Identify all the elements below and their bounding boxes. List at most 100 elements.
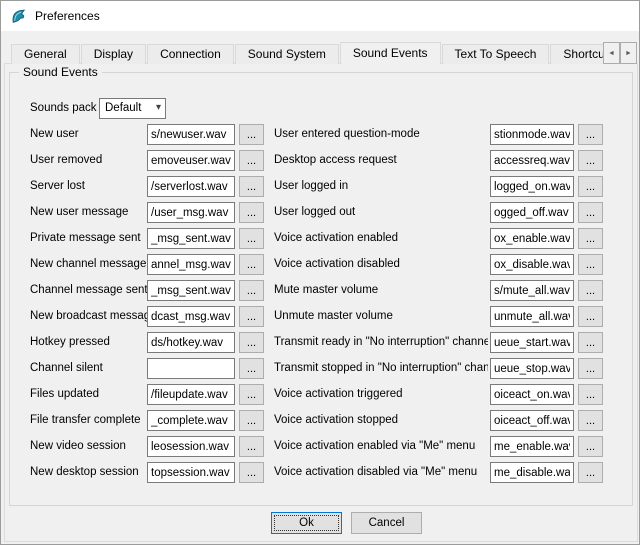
sound-event-label: User logged out — [274, 202, 488, 223]
tab-sound-events[interactable]: Sound Events — [340, 42, 441, 64]
sound-event-label: User entered question-mode — [274, 124, 488, 145]
browse-button[interactable]: ... — [239, 202, 264, 223]
sound-file-input[interactable] — [147, 436, 235, 457]
tab-display[interactable]: Display — [81, 44, 146, 64]
app-icon — [10, 8, 27, 25]
browse-button[interactable]: ... — [578, 332, 603, 353]
tab-sound-system[interactable]: Sound System — [235, 44, 339, 64]
sound-event-label: Transmit stopped in "No interruption" ch… — [274, 358, 488, 379]
sound-file-input[interactable] — [490, 384, 574, 405]
sound-event-label: Server lost — [30, 176, 85, 197]
tab-shortcuts[interactable]: Shortcuts — [550, 44, 611, 64]
sound-event-label: Transmit ready in "No interruption" chan… — [274, 332, 488, 353]
sound-file-input[interactable] — [490, 254, 574, 275]
ok-button[interactable]: Ok — [271, 512, 342, 534]
sound-file-input[interactable] — [147, 124, 235, 145]
browse-button[interactable]: ... — [578, 150, 603, 171]
sound-event-label: Voice activation enabled — [274, 228, 488, 249]
sound-event-label: File transfer complete — [30, 410, 141, 431]
sound-event-label: Hotkey pressed — [30, 332, 110, 353]
sound-file-input[interactable] — [490, 280, 574, 301]
sound-file-input[interactable] — [147, 228, 235, 249]
sound-event-label: New user message — [30, 202, 128, 223]
sound-event-label: Mute master volume — [274, 280, 488, 301]
sound-event-label: Files updated — [30, 384, 99, 405]
sound-event-label: New desktop session — [30, 462, 139, 483]
browse-button[interactable]: ... — [578, 228, 603, 249]
sound-file-input[interactable] — [147, 462, 235, 483]
sound-file-input[interactable] — [147, 176, 235, 197]
sound-event-label: New broadcast message — [30, 306, 157, 327]
sound-event-row: Desktop access request... — [10, 150, 632, 171]
browse-button[interactable]: ... — [578, 176, 603, 197]
sound-file-input[interactable] — [490, 150, 574, 171]
browse-button[interactable]: ... — [239, 410, 264, 431]
browse-button[interactable]: ... — [239, 384, 264, 405]
tab-text-to-speech[interactable]: Text To Speech — [442, 44, 550, 64]
sound-file-input[interactable] — [147, 306, 235, 327]
tab-scroll-left-button[interactable]: ◄ — [603, 42, 620, 64]
sound-file-input[interactable] — [490, 228, 574, 249]
browse-button[interactable]: ... — [578, 280, 603, 301]
sound-event-label: Unmute master volume — [274, 306, 488, 327]
sound-event-label: Channel silent — [30, 358, 103, 379]
sound-file-input[interactable] — [490, 202, 574, 223]
window-title: Preferences — [35, 9, 100, 23]
browse-button[interactable]: ... — [239, 462, 264, 483]
browse-button[interactable]: ... — [578, 358, 603, 379]
tab-general[interactable]: General — [11, 44, 80, 64]
tab-connection[interactable]: Connection — [147, 44, 234, 64]
sound-event-label: User removed — [30, 150, 102, 171]
sound-file-input[interactable] — [147, 358, 235, 379]
sound-file-input[interactable] — [490, 462, 574, 483]
sound-file-input[interactable] — [147, 410, 235, 431]
cancel-button[interactable]: Cancel — [351, 512, 422, 534]
browse-button[interactable]: ... — [578, 462, 603, 483]
sound-file-input[interactable] — [147, 254, 235, 275]
browse-button[interactable]: ... — [239, 280, 264, 301]
browse-button[interactable]: ... — [239, 306, 264, 327]
sound-event-label: New user — [30, 124, 79, 145]
sound-event-row: Transmit stopped in "No interruption" ch… — [10, 358, 632, 379]
browse-button[interactable]: ... — [578, 202, 603, 223]
sound-events-group: Sound Events Sounds pack Default ▾ New u… — [9, 72, 633, 506]
sound-event-label: Voice activation enabled via "Me" menu — [274, 436, 488, 457]
sound-event-label: User logged in — [274, 176, 488, 197]
sound-event-label: Voice activation disabled — [274, 254, 488, 275]
sound-file-input[interactable] — [147, 384, 235, 405]
browse-button[interactable]: ... — [578, 384, 603, 405]
sound-file-input[interactable] — [490, 124, 574, 145]
sound-file-input[interactable] — [147, 332, 235, 353]
sound-file-input[interactable] — [490, 410, 574, 431]
browse-button[interactable]: ... — [239, 176, 264, 197]
browse-button[interactable]: ... — [578, 410, 603, 431]
browse-button[interactable]: ... — [578, 124, 603, 145]
browse-button[interactable]: ... — [239, 332, 264, 353]
sound-file-input[interactable] — [490, 306, 574, 327]
sound-event-label: New video session — [30, 436, 126, 457]
browse-button[interactable]: ... — [578, 436, 603, 457]
sound-event-label: New channel message — [30, 254, 146, 275]
sound-file-input[interactable] — [490, 176, 574, 197]
sound-event-label: Voice activation triggered — [274, 384, 488, 405]
sound-event-label: Voice activation stopped — [274, 410, 488, 431]
browse-button[interactable]: ... — [239, 358, 264, 379]
sound-event-label: Private message sent — [30, 228, 141, 249]
browse-button[interactable]: ... — [239, 254, 264, 275]
sound-file-input[interactable] — [490, 332, 574, 353]
sound-file-input[interactable] — [490, 358, 574, 379]
browse-button[interactable]: ... — [239, 228, 264, 249]
browse-button[interactable]: ... — [239, 124, 264, 145]
tab-scroll-control: ◄ ► — [603, 42, 637, 64]
browse-button[interactable]: ... — [578, 306, 603, 327]
sound-file-input[interactable] — [147, 280, 235, 301]
browse-button[interactable]: ... — [239, 150, 264, 171]
sound-file-input[interactable] — [147, 202, 235, 223]
sound-event-row: Voice activation triggered... — [10, 384, 632, 405]
tab-scroll-right-button[interactable]: ► — [620, 42, 637, 64]
sound-file-input[interactable] — [490, 436, 574, 457]
sound-file-input[interactable] — [147, 150, 235, 171]
browse-button[interactable]: ... — [578, 254, 603, 275]
browse-button[interactable]: ... — [239, 436, 264, 457]
sound-event-row: User logged in... — [10, 176, 632, 197]
